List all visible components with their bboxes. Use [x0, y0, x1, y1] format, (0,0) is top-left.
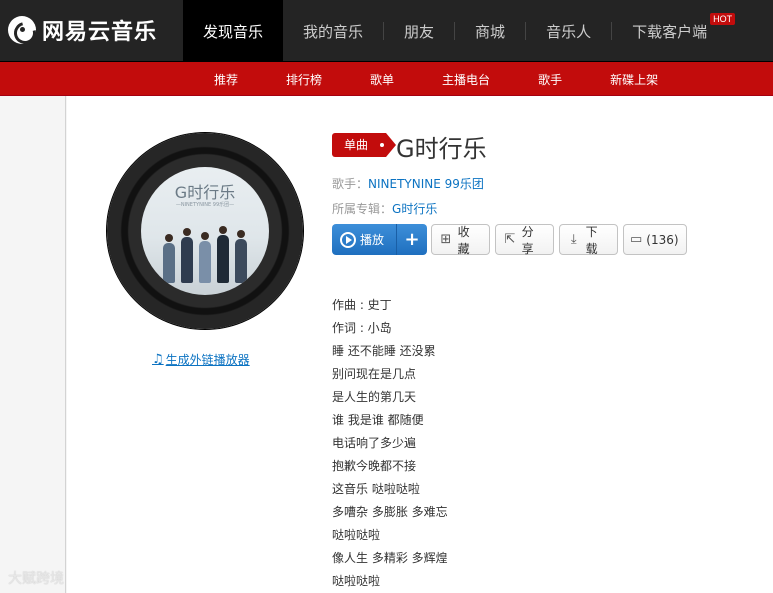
nav-label: 音乐人: [546, 22, 592, 41]
artist-label: 歌手：: [332, 177, 369, 191]
folder-plus-icon: ⊞: [440, 231, 452, 247]
action-buttons: 播放 + ⊞ 收藏 ⇱ 分享 ⤓ 下载 ▭ (136): [332, 224, 687, 256]
add-to-playlist-button[interactable]: +: [396, 224, 427, 255]
subnav-recommend[interactable]: 推荐: [200, 62, 252, 96]
brand-name: 网易云音乐: [42, 20, 158, 45]
album-label: 所属专辑：: [332, 202, 393, 216]
tag-label: 单曲: [344, 138, 369, 152]
artist-row: 歌手：NINETYNINE 99乐团: [332, 175, 484, 192]
subnav-radio[interactable]: 主播电台: [428, 62, 504, 96]
band-member-figure: [181, 228, 193, 283]
album-row: 所属专辑：G时行乐: [332, 200, 437, 217]
external-link-label: 生成外链播放器: [165, 353, 250, 367]
play-icon: [340, 231, 356, 248]
download-button[interactable]: ⤓ 下载: [559, 224, 618, 256]
song-title: G时行乐: [396, 135, 487, 163]
download-label: 下载: [585, 224, 598, 256]
main-nav: 发现音乐 我的音乐 朋友 商城 音乐人 下载客户端 HOT: [183, 0, 736, 62]
nav-my-music[interactable]: 我的音乐: [283, 0, 383, 62]
share-button[interactable]: ⇱ 分享: [495, 224, 554, 256]
lyric-line: 抱歉今晚都不接: [332, 459, 417, 473]
artist-link[interactable]: NINETYNINE 99乐团: [368, 177, 484, 191]
cover-subtitle: —NINETYNINE 99乐团—: [175, 202, 235, 208]
lyric-line: 睡 还不能睡 还没累: [332, 344, 436, 358]
subnav-artists[interactable]: 歌手: [524, 62, 576, 96]
lyric-line: 哒啦哒啦: [332, 574, 381, 588]
lyric-line: 作词 : 小岛: [332, 321, 392, 335]
nav-discover-music[interactable]: 发现音乐: [183, 0, 284, 62]
nav-mall[interactable]: 商城: [455, 0, 525, 62]
subnav-new-albums[interactable]: 新碟上架: [596, 62, 672, 96]
sub-navigation: 推荐 排行榜 歌单 主播电台 歌手 新碟上架: [0, 62, 773, 96]
lyric-line: 电话响了多少遍: [332, 436, 417, 450]
lyric-line: 谁 我是谁 都随便: [332, 413, 424, 427]
nav-musician[interactable]: 音乐人: [526, 0, 611, 62]
nav-label: 朋友: [404, 22, 435, 41]
comments-count: (136): [646, 232, 679, 247]
watermark-text: 大赋跨境: [8, 571, 64, 587]
lyric-line: 像人生 多精彩 多辉煌: [332, 551, 448, 565]
download-icon: ⤓: [570, 231, 577, 247]
top-navigation: 网易云音乐 发现音乐 我的音乐 朋友 商城 音乐人 下载客户端 HOT: [0, 0, 773, 62]
comment-icon: ▭: [630, 231, 643, 247]
tag-dot: [380, 143, 384, 147]
nav-label: 发现音乐: [203, 22, 264, 41]
band-member-figure: [235, 230, 247, 283]
play-button[interactable]: 播放: [332, 224, 396, 255]
lyric-line: 多嘈杂 多膨胀 多难忘: [332, 505, 448, 519]
logo[interactable]: 网易云音乐: [8, 13, 157, 47]
generate-external-player-link[interactable]: ♫ 生成外链播放器: [152, 351, 250, 368]
album-cover[interactable]: G时行乐 —NINETYNINE 99乐团—: [141, 167, 269, 295]
favorite-button[interactable]: ⊞ 收藏: [431, 224, 490, 256]
lyric-line: 作曲 : 史丁: [332, 298, 392, 312]
netease-music-logo-icon: [8, 16, 36, 44]
watermark: 大赋跨境: [8, 568, 64, 588]
music-note-icon: ♫: [152, 352, 164, 367]
comments-button[interactable]: ▭ (136): [623, 224, 687, 255]
nav-label: 我的音乐: [303, 22, 364, 41]
share-icon: ⇱: [504, 231, 516, 247]
share-label: 分享: [521, 224, 534, 256]
lyric-line: 是人生的第几天: [332, 390, 417, 404]
cover-title: G时行乐: [174, 183, 236, 202]
nav-friends[interactable]: 朋友: [384, 0, 454, 62]
band-member-figure: [217, 226, 229, 283]
nav-label: 下载客户端: [632, 22, 708, 41]
favorite-label: 收藏: [457, 224, 470, 256]
subnav-charts[interactable]: 排行榜: [272, 62, 336, 96]
subnav-playlists[interactable]: 歌单: [356, 62, 408, 96]
single-tag: 单曲: [332, 133, 396, 157]
play-button-group: 播放 +: [332, 224, 427, 255]
lyric-line: 哒啦哒啦: [332, 528, 381, 542]
left-margin: [0, 96, 66, 593]
hot-badge: HOT: [710, 13, 736, 25]
nav-download-client[interactable]: 下载客户端 HOT: [612, 0, 736, 62]
band-member-figure: [199, 232, 211, 283]
band-member-figure: [163, 234, 175, 283]
lyric-line: 别问现在是几点: [332, 367, 417, 381]
lyrics: 作曲 : 史丁 作词 : 小岛 睡 还不能睡 还没累 别问现在是几点 是人生的第…: [332, 296, 448, 593]
play-label: 播放: [360, 233, 385, 247]
nav-label: 商城: [475, 22, 506, 41]
album-link[interactable]: G时行乐: [392, 202, 437, 216]
lyric-line: 这音乐 哒啦哒啦: [332, 482, 420, 496]
